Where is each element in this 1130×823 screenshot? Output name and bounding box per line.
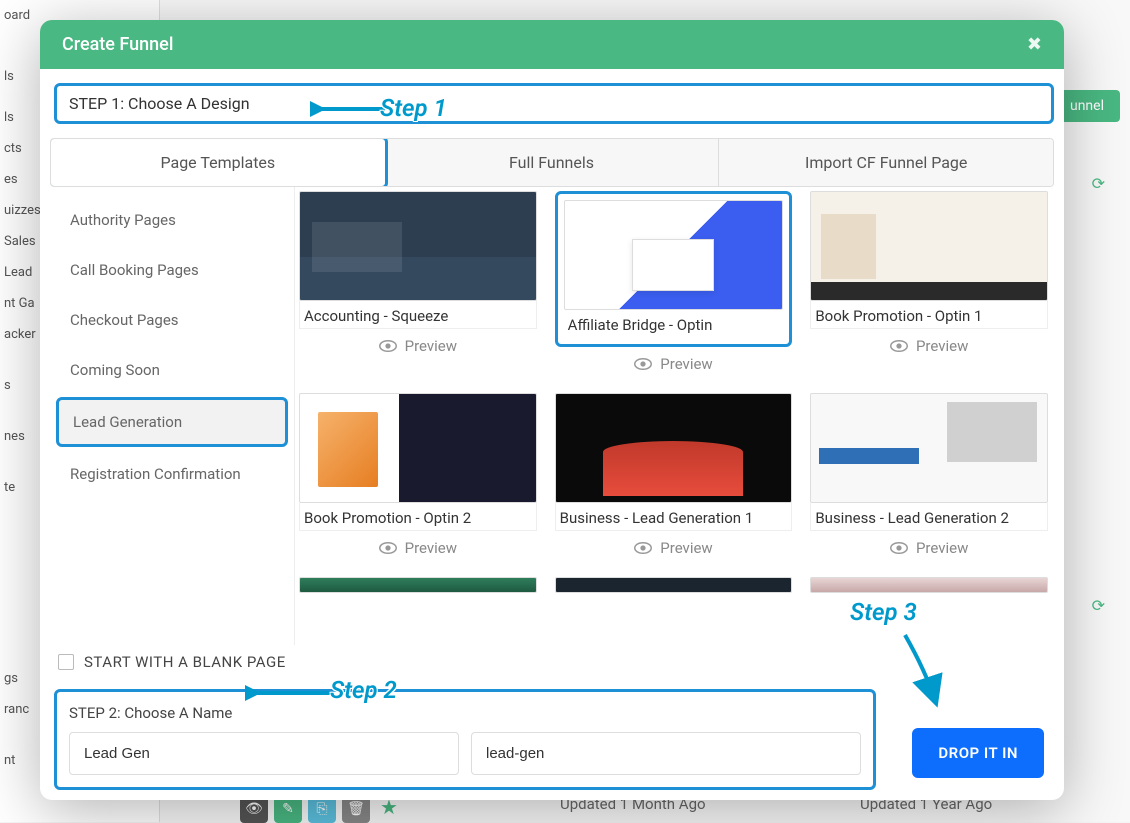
tab-page-templates[interactable]: Page Templates (50, 138, 388, 187)
step2-inputs (69, 732, 861, 775)
template-card[interactable]: Business - Lead Generation 2Preview (810, 393, 1048, 565)
step1-label: STEP 1: Choose A Design (54, 83, 1054, 124)
refresh-icon[interactable]: ⟳ (1092, 596, 1105, 615)
template-thumbnail[interactable] (564, 200, 784, 310)
modal-title: Create Funnel (62, 34, 173, 55)
template-card-partial[interactable] (299, 577, 537, 593)
template-grid: Accounting - SqueezePreviewAffiliate Bri… (299, 191, 1054, 593)
funnel-slug-input[interactable] (471, 732, 861, 775)
drop-it-in-button[interactable]: DROP IT IN (912, 728, 1044, 778)
eye-icon (634, 358, 652, 370)
template-name: Accounting - Squeeze (299, 301, 537, 329)
blank-page-label: START WITH A BLANK PAGE (84, 653, 286, 671)
category-list: Authority Pages Call Booking Pages Check… (50, 187, 294, 645)
eye-icon (890, 542, 908, 554)
template-card[interactable]: Accounting - SqueezePreview (299, 191, 537, 381)
template-thumbnail[interactable] (810, 393, 1048, 503)
eye-icon (379, 340, 397, 352)
template-thumbnail[interactable] (299, 191, 537, 301)
preview-link[interactable]: Preview (810, 531, 1048, 565)
category-call-booking-pages[interactable]: Call Booking Pages (50, 245, 294, 295)
template-area: Authority Pages Call Booking Pages Check… (50, 187, 1054, 645)
template-name: Business - Lead Generation 2 (810, 503, 1048, 531)
refresh-icon[interactable]: ⟳ (1092, 174, 1105, 193)
preview-link[interactable]: Preview (555, 347, 793, 381)
template-card-partial[interactable] (810, 577, 1048, 593)
tab-full-funnels[interactable]: Full Funnels (385, 139, 720, 186)
eye-icon (890, 340, 908, 352)
create-funnel-modal: Create Funnel ✖ STEP 1: Choose A Design … (40, 20, 1064, 800)
preview-link[interactable]: Preview (555, 531, 793, 565)
modal-body: STEP 1: Choose A Design Page Templates F… (40, 69, 1064, 800)
template-card[interactable]: Book Promotion - Optin 1Preview (810, 191, 1048, 381)
category-registration-confirmation[interactable]: Registration Confirmation (50, 449, 294, 499)
tab-import-cf[interactable]: Import CF Funnel Page (719, 139, 1053, 186)
category-lead-generation[interactable]: Lead Generation (56, 397, 288, 447)
template-thumbnail[interactable] (299, 393, 537, 503)
preview-link[interactable]: Preview (299, 531, 537, 565)
preview-link[interactable]: Preview (810, 329, 1048, 363)
template-tabs: Page Templates Full Funnels Import CF Fu… (50, 138, 1054, 187)
category-authority-pages[interactable]: Authority Pages (50, 195, 294, 245)
template-name: Book Promotion - Optin 2 (299, 503, 537, 531)
template-card[interactable]: Book Promotion - Optin 2Preview (299, 393, 537, 565)
preview-link[interactable]: Preview (299, 329, 537, 363)
template-thumbnail[interactable] (810, 191, 1048, 301)
template-card[interactable]: Affiliate Bridge - Optin Preview (555, 191, 793, 381)
template-card[interactable]: Business - Lead Generation 1Preview (555, 393, 793, 565)
template-name: Business - Lead Generation 1 (555, 503, 793, 531)
template-name: Book Promotion - Optin 1 (810, 301, 1048, 329)
category-coming-soon[interactable]: Coming Soon (50, 345, 294, 395)
blank-page-checkbox[interactable] (58, 654, 74, 670)
modal-header: Create Funnel ✖ (40, 20, 1064, 69)
template-thumbnail[interactable] (555, 393, 793, 503)
template-grid-wrapper[interactable]: Accounting - SqueezePreviewAffiliate Bri… (294, 187, 1054, 645)
eye-icon (379, 542, 397, 554)
step2-zone: STEP 2: Choose A Name (54, 689, 876, 790)
template-name: Affiliate Bridge - Optin (564, 310, 784, 338)
category-checkout-pages[interactable]: Checkout Pages (50, 295, 294, 345)
step2-label: STEP 2: Choose A Name (69, 704, 861, 722)
blank-page-row: START WITH A BLANK PAGE (58, 653, 1050, 671)
close-icon[interactable]: ✖ (1027, 34, 1042, 55)
template-card-partial[interactable] (555, 577, 793, 593)
eye-icon (634, 542, 652, 554)
funnel-name-input[interactable] (69, 732, 459, 775)
